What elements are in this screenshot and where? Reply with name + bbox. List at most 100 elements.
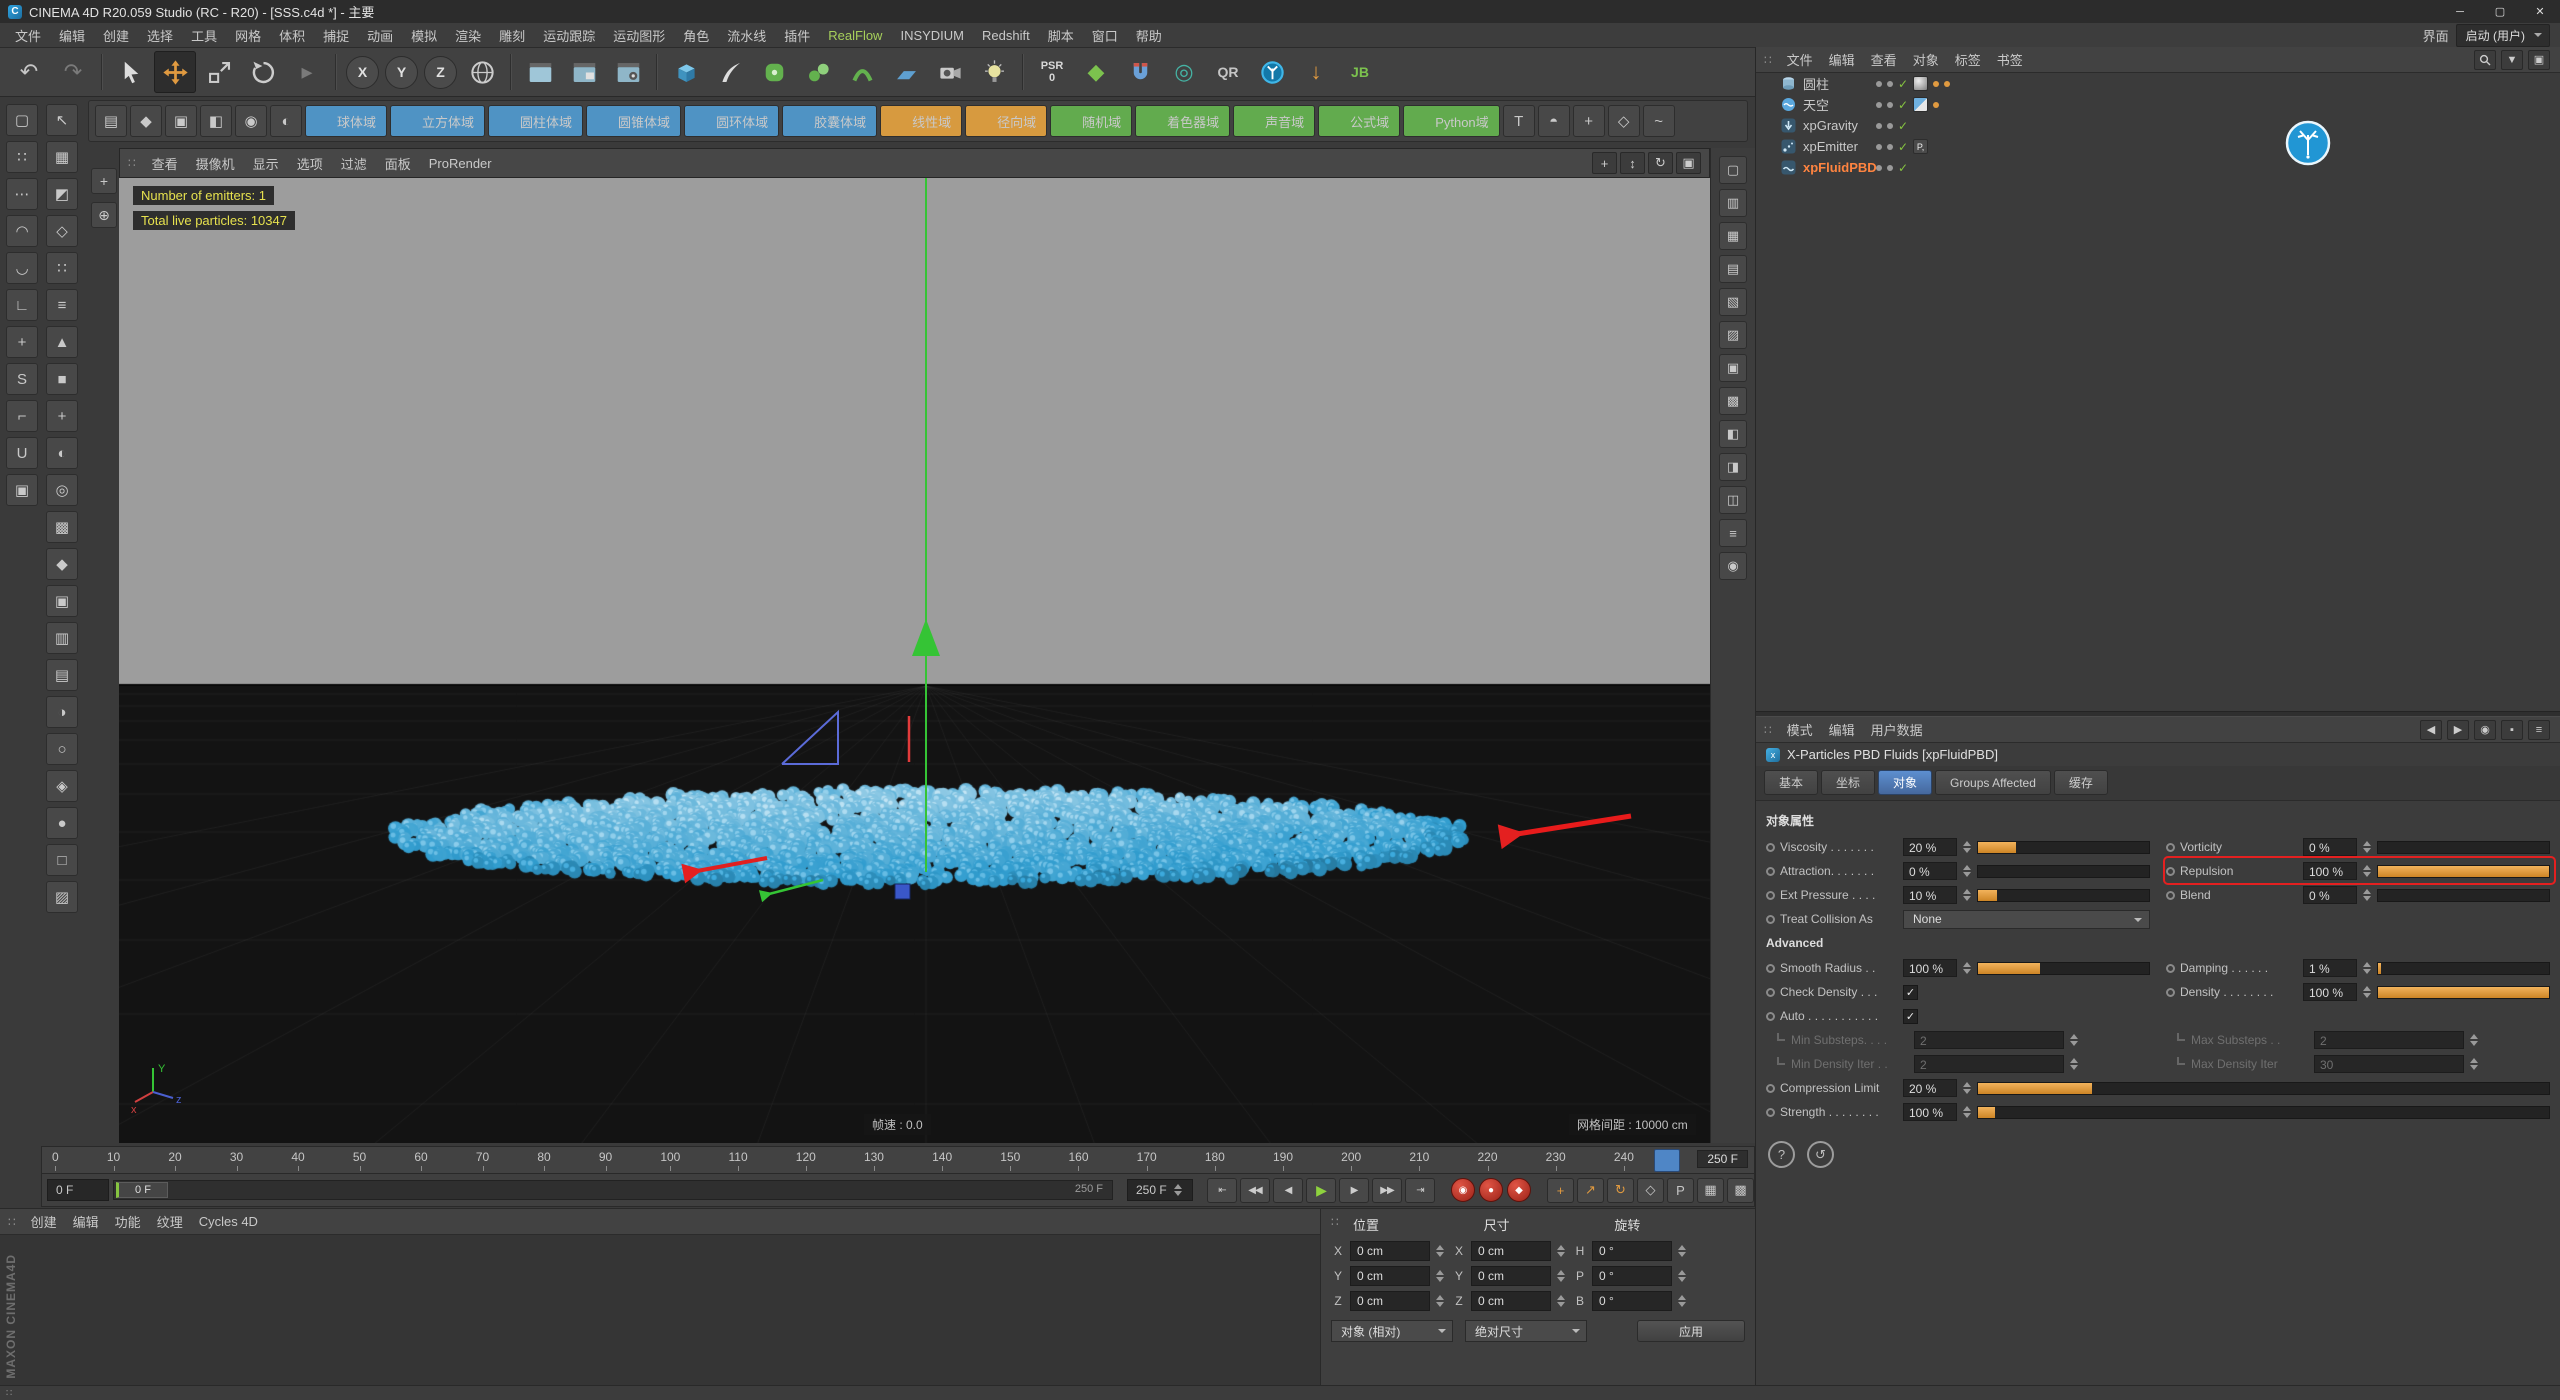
- coordinate-mode-dropdown[interactable]: 对象 (相对): [1331, 1320, 1453, 1342]
- toggle-view-icon[interactable]: ▣: [1676, 152, 1701, 174]
- render-visibility-dot[interactable]: [1887, 102, 1893, 108]
- sphere-field-button[interactable]: 球体域: [305, 105, 387, 137]
- density-field[interactable]: 100 %: [2303, 983, 2357, 1001]
- next-frame-button[interactable]: ▶: [1339, 1178, 1369, 1203]
- live-selection-button[interactable]: [110, 51, 152, 93]
- dock-array-icon[interactable]: ⋯: [6, 178, 38, 210]
- render-view-button[interactable]: [519, 51, 561, 93]
- rotation-field[interactable]: 0 °: [1592, 1266, 1672, 1286]
- stepper[interactable]: [1677, 1270, 1687, 1282]
- maximize-button[interactable]: ▢: [2480, 0, 2520, 23]
- editor-visibility-dot[interactable]: [1876, 81, 1882, 87]
- quantize-button[interactable]: ◆: [1075, 51, 1117, 93]
- keyframe-dot-icon[interactable]: [2166, 843, 2175, 852]
- dock-axis-icon[interactable]: +: [6, 326, 38, 358]
- x-axis-lock-button[interactable]: X: [346, 56, 379, 89]
- dock-select-icon[interactable]: ▢: [6, 104, 38, 136]
- end-frame-field[interactable]: 250 F: [1127, 1179, 1193, 1201]
- grid-snap-icon[interactable]: ▩: [46, 511, 78, 543]
- formula-field-button[interactable]: 公式域: [1318, 105, 1400, 137]
- workplane-lock-icon[interactable]: ▣: [46, 585, 78, 617]
- random-field-button[interactable]: 随机域: [1050, 105, 1132, 137]
- layer-manager-icon[interactable]: ▤: [46, 659, 78, 691]
- viewport-menu-item[interactable]: 查看: [143, 154, 187, 173]
- qr-plugin-button[interactable]: QR: [1207, 51, 1249, 93]
- menu-item[interactable]: 编辑: [50, 23, 94, 47]
- camera-toggle-icon[interactable]: ◉: [1719, 552, 1747, 580]
- viewport-solo-icon[interactable]: ◐: [46, 437, 78, 469]
- download-button[interactable]: ↓: [1295, 51, 1337, 93]
- vorticity-slider[interactable]: [2377, 841, 2550, 854]
- menu-item[interactable]: RealFlow: [819, 23, 891, 47]
- console-panel-icon[interactable]: ≡: [1719, 519, 1747, 547]
- python-field-button[interactable]: Python域: [1403, 105, 1499, 137]
- current-frame-field[interactable]: 0 F: [47, 1179, 109, 1201]
- tab-groups-affected[interactable]: Groups Affected: [1935, 770, 2051, 795]
- content-browser-icon[interactable]: ▦: [1719, 222, 1747, 250]
- autokey-button[interactable]: ●: [1479, 1178, 1503, 1202]
- object-row-xpfluidpbd[interactable]: xpFluidPBD ✓: [1756, 157, 2560, 178]
- environment-button[interactable]: [885, 51, 927, 93]
- menu-item[interactable]: 选择: [138, 23, 182, 47]
- menu-item[interactable]: 运动跟踪: [534, 23, 604, 47]
- edges-mode-icon[interactable]: ≡: [46, 289, 78, 321]
- keyframe-dot-icon[interactable]: [2166, 891, 2175, 900]
- linear-field-button[interactable]: 线性域: [880, 105, 962, 137]
- rotation-field[interactable]: 0 °: [1592, 1291, 1672, 1311]
- coordinate-system-button[interactable]: [461, 51, 503, 93]
- am-forward-icon[interactable]: ▶: [2447, 720, 2469, 740]
- text-tool-icon[interactable]: T: [1503, 105, 1535, 137]
- attributes-panel-icon[interactable]: ▣: [1719, 354, 1747, 382]
- keyframe-dot-icon[interactable]: [2166, 988, 2175, 997]
- search-icon[interactable]: [2474, 50, 2496, 70]
- size-mode-dropdown[interactable]: 绝对尺寸: [1465, 1320, 1587, 1342]
- deformer-toggle-icon[interactable]: ◈: [46, 770, 78, 802]
- next-key-button[interactable]: ▶▶: [1372, 1178, 1402, 1203]
- editor-visibility-dot[interactable]: [1876, 165, 1882, 171]
- position-field[interactable]: 0 cm: [1350, 1266, 1430, 1286]
- damping-field[interactable]: 1 %: [2303, 959, 2357, 977]
- viscosity-slider[interactable]: [1977, 841, 2150, 854]
- enabled-check-icon[interactable]: ✓: [1898, 119, 1908, 133]
- enabled-check-icon[interactable]: ✓: [1898, 77, 1908, 91]
- axis-mode-icon[interactable]: +: [46, 400, 78, 432]
- stepper[interactable]: [1962, 1082, 1972, 1094]
- treat-collision-dropdown[interactable]: None: [1903, 910, 2150, 929]
- stepper[interactable]: [1435, 1295, 1445, 1307]
- object-row-xpemitter[interactable]: xpEmitter ✓ P,: [1756, 136, 2560, 157]
- add-cube-button[interactable]: [665, 51, 707, 93]
- zoom-view-icon[interactable]: ↕: [1620, 152, 1645, 174]
- texture-mode-icon[interactable]: ◩: [46, 178, 78, 210]
- stepper[interactable]: [1556, 1245, 1566, 1257]
- render-visibility-dot[interactable]: [1887, 165, 1893, 171]
- axis-tool-icon[interactable]: +: [91, 168, 117, 194]
- wave-tool-icon[interactable]: ~: [1643, 105, 1675, 137]
- position-field[interactable]: 0 cm: [1350, 1241, 1430, 1261]
- rotate-tool-button[interactable]: [242, 51, 284, 93]
- tab-basic[interactable]: 基本: [1764, 770, 1818, 795]
- motion-system-button[interactable]: ▩: [1727, 1178, 1754, 1203]
- stepper[interactable]: [1435, 1270, 1445, 1282]
- am-menu-icon[interactable]: ≡: [2528, 720, 2550, 740]
- menu-item[interactable]: 运动图形: [604, 23, 674, 47]
- smooth-radius-field[interactable]: 100 %: [1903, 959, 1957, 977]
- goto-start-button[interactable]: ⇤: [1207, 1178, 1237, 1203]
- structure-panel-icon[interactable]: ▥: [1719, 189, 1747, 217]
- stepper[interactable]: [1173, 1184, 1183, 1196]
- field-step-icon[interactable]: ◧: [200, 105, 232, 137]
- dock-spline-curve-icon[interactable]: ◡: [6, 252, 38, 284]
- phong-tag-icon[interactable]: [1913, 76, 1928, 91]
- timeline-ruler[interactable]: 0102030405060708090100110120130140150160…: [41, 1146, 1755, 1174]
- viewport-menu-item[interactable]: 显示: [244, 154, 288, 173]
- stepper[interactable]: [2362, 962, 2372, 974]
- check-density-checkbox[interactable]: ✓: [1903, 985, 1918, 1000]
- material-menu-item[interactable]: 编辑: [65, 1212, 107, 1231]
- object-manager-menu-item[interactable]: 文件: [1779, 50, 1821, 69]
- move-tool-button[interactable]: [154, 51, 196, 93]
- layer-dot[interactable]: [1944, 81, 1950, 87]
- subdivision-surface-button[interactable]: [753, 51, 795, 93]
- field-solid-icon[interactable]: ◆: [130, 105, 162, 137]
- light-button[interactable]: [973, 51, 1015, 93]
- workplane-mode-icon[interactable]: ◇: [46, 215, 78, 247]
- object-manager-menu-item[interactable]: 标签: [1947, 50, 1989, 69]
